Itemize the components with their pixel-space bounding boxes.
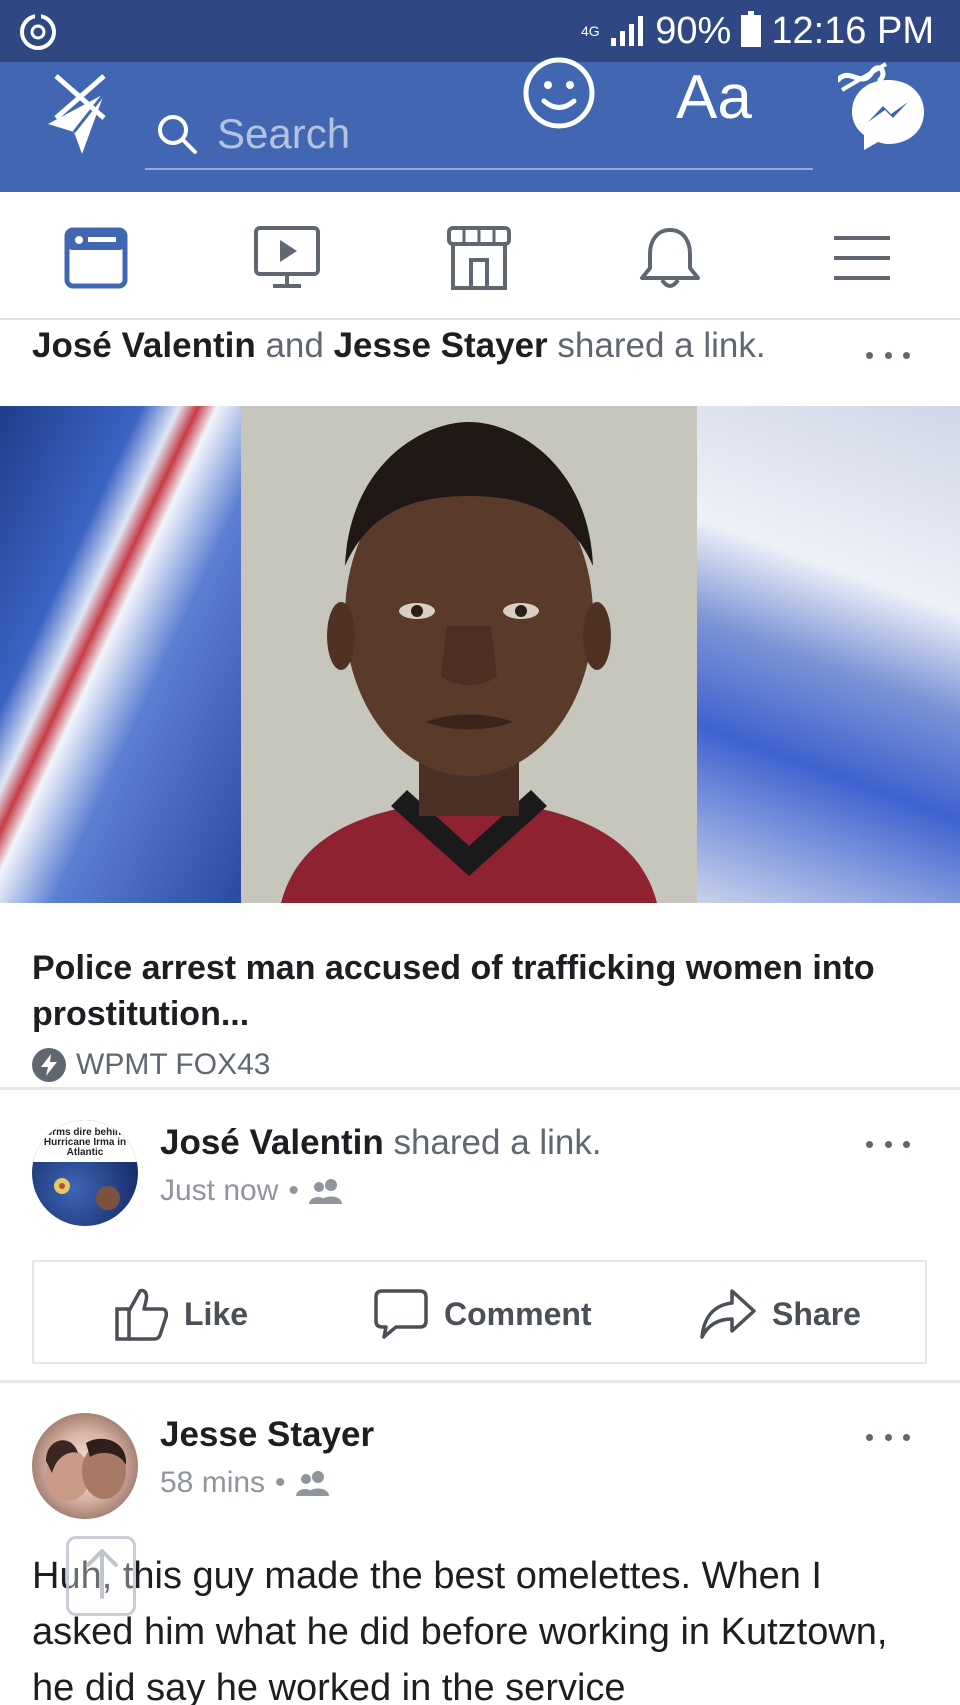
actor-name[interactable]: José Valentin <box>32 326 256 365</box>
tab-notifications[interactable] <box>634 222 706 294</box>
comment-button[interactable]: Comment <box>374 1284 592 1344</box>
source-name: WPMT FOX43 <box>76 1048 271 1081</box>
clock: 12:16 PM <box>771 9 934 52</box>
tab-watch[interactable] <box>251 222 323 294</box>
friends-icon <box>308 1179 342 1204</box>
post-divider <box>0 1380 960 1383</box>
data-indicator: 4G <box>580 23 600 39</box>
share-button[interactable]: Share <box>700 1284 861 1344</box>
upload-arrow-icon <box>86 1549 118 1599</box>
link-preview-image[interactable] <box>0 406 960 903</box>
action-text: shared a link. <box>557 326 766 365</box>
battery-percent: 90% <box>655 9 732 52</box>
status-bar: 4G 90% 12:16 PM <box>0 0 960 62</box>
comment-bubble-icon <box>374 1289 428 1339</box>
hamburger-menu-icon <box>834 236 890 280</box>
post-meta: 58 mins • <box>160 1466 330 1500</box>
post-header: José Valentin shared a link. <box>160 1123 602 1163</box>
post-meta: Just now • <box>160 1174 343 1208</box>
mugshot-photo <box>241 406 697 903</box>
instant-article-icon <box>32 1048 66 1082</box>
action-text: shared a link. <box>393 1123 602 1162</box>
search-input[interactable] <box>217 108 547 160</box>
share-arrow-icon <box>700 1289 756 1339</box>
comment-label: Comment <box>444 1295 592 1332</box>
separator-dot: • <box>288 1174 299 1207</box>
more-options-icon[interactable] <box>866 1137 910 1151</box>
news-graphic-left <box>0 406 241 903</box>
joiner-text: and <box>265 326 324 365</box>
smiley-icon[interactable] <box>522 56 596 130</box>
post-header: José Valentin and Jesse Stayer shared a … <box>32 326 766 366</box>
tab-news-feed[interactable] <box>60 222 132 294</box>
news-graphic-right <box>697 406 960 903</box>
actor-name[interactable]: Jesse Stayer <box>334 326 548 365</box>
like-button[interactable]: Like <box>114 1284 248 1344</box>
status-right: 4G 90% 12:16 PM <box>579 8 934 54</box>
link-source: WPMT FOX43 <box>32 1045 270 1085</box>
tab-bar <box>0 192 960 320</box>
crossed-paper-plane-icon[interactable] <box>42 72 114 156</box>
author-name[interactable]: José Valentin <box>160 1123 384 1162</box>
sync-icon <box>20 14 56 50</box>
news-feed-icon <box>64 227 128 289</box>
tab-marketplace[interactable] <box>443 222 515 294</box>
signal-icon <box>611 16 644 46</box>
marketplace-icon <box>447 226 511 290</box>
post-divider <box>0 1087 960 1090</box>
floating-upload-button[interactable] <box>66 1536 136 1616</box>
author-name[interactable]: Jesse Stayer <box>160 1415 374 1454</box>
action-bar: Like Comment Share <box>32 1260 927 1364</box>
link-title[interactable]: Police arrest man accused of trafficking… <box>32 945 932 1037</box>
more-options-icon[interactable] <box>866 1430 910 1444</box>
share-label: Share <box>772 1295 861 1332</box>
avatar[interactable]: forms dire behind Hurricane Irma in Atla… <box>32 1120 138 1226</box>
video-play-icon <box>254 226 320 288</box>
app-header: Aa <box>0 57 960 192</box>
avatar[interactable] <box>32 1413 138 1519</box>
more-options-icon[interactable] <box>866 348 910 362</box>
post-header: Jesse Stayer <box>160 1415 374 1455</box>
tab-menu[interactable] <box>826 222 898 294</box>
battery-icon <box>741 11 762 47</box>
timestamp[interactable]: Just now <box>160 1174 278 1208</box>
separator-dot: • <box>275 1466 286 1499</box>
text-style-tool[interactable]: Aa <box>676 62 752 133</box>
post-text: Huh, this guy made the best omelettes. W… <box>32 1555 888 1705</box>
search-icon <box>158 115 197 154</box>
friends-icon <box>295 1471 329 1496</box>
messenger-icon[interactable] <box>838 60 938 160</box>
bell-icon <box>640 228 700 288</box>
timestamp[interactable]: 58 mins <box>160 1466 265 1500</box>
like-label: Like <box>184 1295 249 1332</box>
thumbs-up-icon <box>115 1288 168 1341</box>
